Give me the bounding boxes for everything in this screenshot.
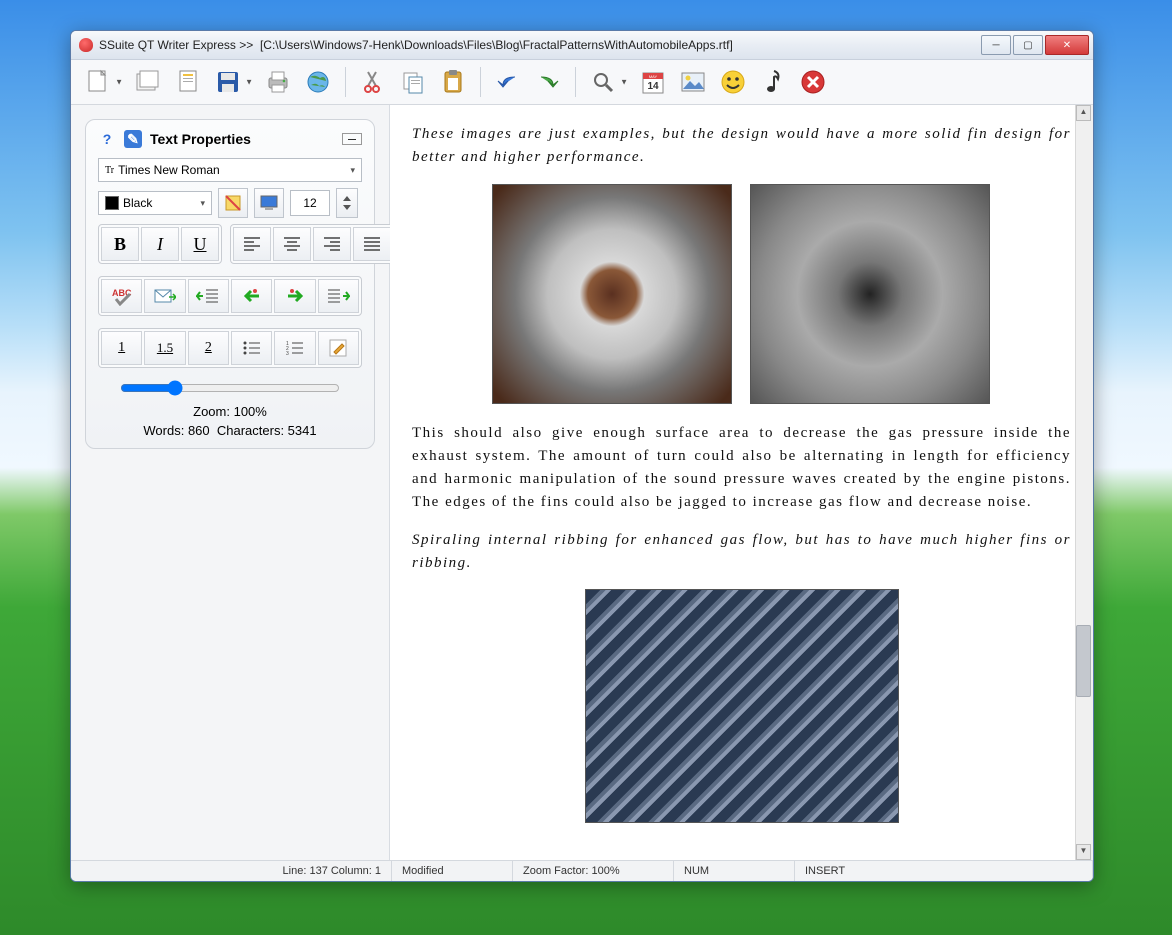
format-button-group: B I U	[98, 224, 222, 264]
insert-image-button[interactable]	[676, 65, 710, 99]
proofing-row: ABC	[98, 276, 362, 316]
move-right-button[interactable]	[274, 279, 315, 313]
window-title: SSuite QT Writer Express >> [C:\Users\Wi…	[99, 38, 981, 52]
screen-color-button[interactable]	[254, 188, 284, 218]
find-button[interactable]: ▼	[586, 65, 620, 99]
svg-text:14: 14	[647, 81, 659, 92]
maximize-button[interactable]: ▢	[1013, 35, 1043, 55]
panel-title-row: ? ✎ Text Properties —	[98, 130, 362, 148]
svg-text:MAY: MAY	[649, 74, 658, 79]
font-color-select[interactable]: Black	[98, 191, 212, 215]
file-properties-button[interactable]	[171, 65, 205, 99]
close-window-button[interactable]: ✕	[1045, 35, 1089, 55]
paragraph-3[interactable]: Spiraling internal ribbing for enhanced …	[412, 529, 1071, 576]
embedded-image-1[interactable]	[492, 184, 732, 404]
calendar-button[interactable]: MAY 14	[636, 65, 670, 99]
scroll-down-arrow[interactable]: ▼	[1076, 844, 1091, 860]
line-spacing-1-button[interactable]: 1	[101, 331, 142, 365]
side-panel: ? ✎ Text Properties — Tr Times New Roman	[71, 105, 390, 860]
editor-wrapper: These images are just examples, but the …	[390, 105, 1093, 860]
status-zoom: Zoom Factor: 100%	[513, 861, 674, 881]
align-right-button[interactable]	[313, 227, 351, 261]
font-size-input[interactable]	[290, 190, 330, 216]
status-line-col: Line: 137 Column: 1	[71, 861, 392, 881]
copy-button[interactable]	[396, 65, 430, 99]
color-swatch-icon	[105, 196, 119, 210]
vertical-scrollbar[interactable]: ▲ ▼	[1075, 105, 1093, 860]
image-row-1	[412, 184, 1071, 404]
save-button[interactable]: ▼	[211, 65, 245, 99]
status-num: NUM	[674, 861, 795, 881]
outdent-button[interactable]	[188, 279, 229, 313]
embedded-image-2[interactable]	[750, 184, 990, 404]
bold-button[interactable]: B	[101, 227, 139, 261]
desktop-background: SSuite QT Writer Express >> [C:\Users\Wi…	[0, 0, 1172, 935]
mail-button[interactable]	[144, 279, 185, 313]
zoom-label: Zoom: 100%	[98, 404, 362, 419]
number-list-button[interactable]: 123	[274, 331, 315, 365]
scroll-up-arrow[interactable]: ▲	[1076, 105, 1091, 121]
status-modified: Modified	[392, 861, 513, 881]
status-insert: INSERT	[795, 861, 1093, 881]
new-doc-button[interactable]: ▼	[81, 65, 115, 99]
spellcheck-button[interactable]: ABC	[101, 279, 142, 313]
titlebar[interactable]: SSuite QT Writer Express >> [C:\Users\Wi…	[71, 31, 1093, 60]
spacing-row: 1 1.5 2 123	[98, 328, 362, 368]
redo-button[interactable]	[531, 65, 565, 99]
move-left-button[interactable]	[231, 279, 272, 313]
statusbar: Line: 137 Column: 1 Modified Zoom Factor…	[71, 860, 1093, 881]
embedded-image-3[interactable]	[585, 589, 899, 823]
align-justify-button[interactable]	[353, 227, 391, 261]
align-left-button[interactable]	[233, 227, 271, 261]
undo-button[interactable]	[491, 65, 525, 99]
zoom-slider[interactable]	[120, 380, 340, 396]
cut-button[interactable]	[356, 65, 390, 99]
paragraph-1[interactable]: These images are just examples, but the …	[412, 123, 1071, 170]
document-editor[interactable]: These images are just examples, but the …	[390, 105, 1093, 841]
text-properties-panel: ? ✎ Text Properties — Tr Times New Roman	[85, 119, 375, 449]
underline-button[interactable]: U	[181, 227, 219, 261]
print-button[interactable]	[261, 65, 295, 99]
open-button[interactable]	[131, 65, 165, 99]
edit-icon[interactable]: ✎	[124, 130, 142, 148]
web-export-button[interactable]	[301, 65, 335, 99]
paragraph-2[interactable]: This should also give enough surface are…	[412, 422, 1071, 515]
indent-button[interactable]	[318, 279, 359, 313]
font-size-stepper[interactable]	[336, 188, 358, 218]
help-icon[interactable]: ?	[98, 130, 116, 148]
main-toolbar: ▼ ▼ ▼ MAY 14	[71, 60, 1093, 105]
panel-collapse-icon[interactable]: —	[342, 133, 362, 145]
align-center-button[interactable]	[273, 227, 311, 261]
svg-text:3: 3	[286, 351, 289, 356]
emoji-button[interactable]	[716, 65, 750, 99]
panel-title-text: Text Properties	[150, 131, 251, 147]
align-button-group	[230, 224, 394, 264]
document-stats: Words: 860 Characters: 5341	[98, 423, 362, 438]
app-window: SSuite QT Writer Express >> [C:\Users\Wi…	[70, 30, 1094, 882]
italic-button[interactable]: I	[141, 227, 179, 261]
music-button[interactable]	[756, 65, 790, 99]
content-area: ? ✎ Text Properties — Tr Times New Roman	[71, 105, 1093, 860]
app-icon	[79, 38, 93, 52]
minimize-button[interactable]: ─	[981, 35, 1011, 55]
font-family-select[interactable]: Tr Times New Roman	[98, 158, 362, 182]
highlight-button[interactable]	[218, 188, 248, 218]
bullet-list-button[interactable]	[231, 331, 272, 365]
scroll-thumb[interactable]	[1076, 625, 1091, 697]
edit-pencil-button[interactable]	[318, 331, 359, 365]
line-spacing-15-button[interactable]: 1.5	[144, 331, 185, 365]
line-spacing-2-button[interactable]: 2	[188, 331, 229, 365]
close-doc-button[interactable]	[796, 65, 830, 99]
paste-button[interactable]	[436, 65, 470, 99]
